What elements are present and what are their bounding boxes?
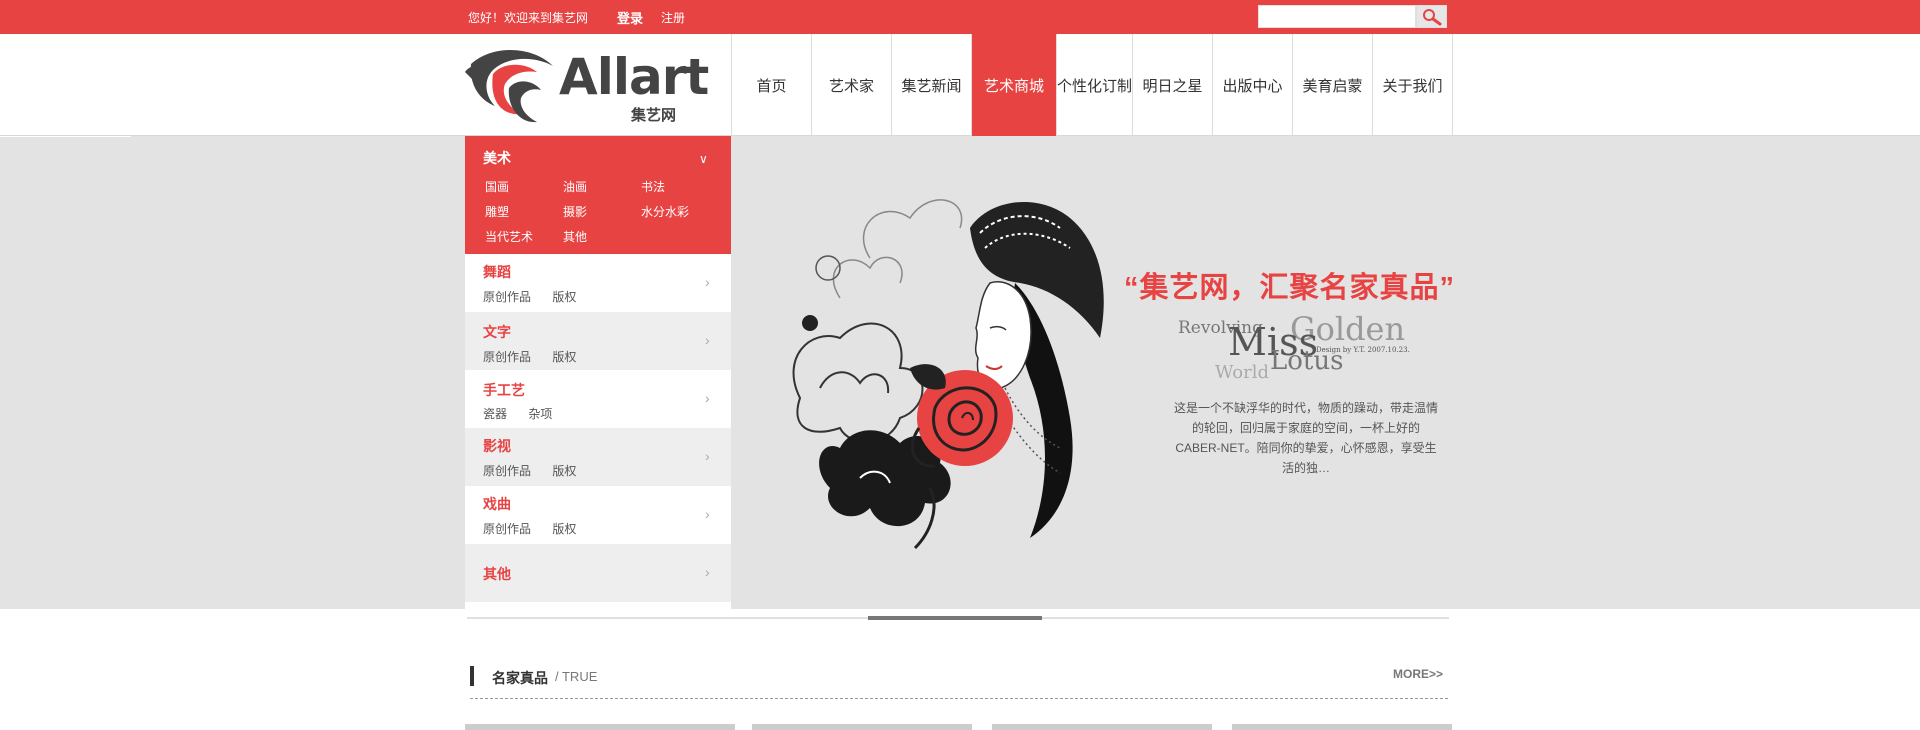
nav-item-about-us[interactable]: 关于我们 <box>1373 34 1453 136</box>
script-word: World <box>1215 362 1269 383</box>
subcategory-link[interactable]: 版权 <box>552 290 576 304</box>
chevron-right-icon: › <box>705 506 710 522</box>
category-fine-art[interactable]: 美术 ∨ 国画 油画 书法 雕塑 摄影 水分水彩 当代艺术 其他 <box>465 136 731 254</box>
product-thumbnail[interactable] <box>752 724 972 730</box>
nav-item-artists[interactable]: 艺术家 <box>812 34 892 136</box>
slider-active-indicator[interactable] <box>868 616 1042 620</box>
chevron-right-icon: › <box>705 448 710 464</box>
subcategory-link[interactable]: 原创作品 <box>483 290 531 304</box>
header: Allart 集艺网 首页 艺术家 集艺新闻 艺术商城 个性化订制 明日之星 出… <box>0 34 1920 136</box>
category-opera[interactable]: 戏曲 原创作品 版权 › <box>465 486 731 544</box>
subcategory-link[interactable]: 版权 <box>552 464 576 478</box>
chevron-right-icon: › <box>705 564 710 580</box>
banner-script-text: Revolving Golden Miss Lotus World Design… <box>1178 310 1438 390</box>
category-film[interactable]: 影视 原创作品 版权 › <box>465 428 731 486</box>
subcategory-link[interactable]: 其他 <box>563 228 587 245</box>
category-other[interactable]: 其他 › <box>465 544 731 602</box>
register-link[interactable]: 注册 <box>661 9 685 26</box>
subcategory-link[interactable]: 杂项 <box>528 407 552 421</box>
subcategory-link[interactable]: 版权 <box>552 350 576 364</box>
script-credit: Design by Y.T. 2007.10.23. <box>1316 346 1410 354</box>
chevron-right-icon: › <box>705 274 710 290</box>
nav-item-home[interactable]: 首页 <box>732 34 812 136</box>
product-thumbnail[interactable] <box>1232 724 1452 730</box>
subcategory-link[interactable]: 瓷器 <box>483 407 507 421</box>
logo-emblem-icon <box>465 49 553 123</box>
category-title: 其他 <box>483 566 511 582</box>
search-input[interactable] <box>1258 5 1416 28</box>
category-subs: 原创作品 版权 <box>483 520 594 537</box>
site-logo[interactable]: Allart 集艺网 <box>463 44 709 126</box>
logo-name: Allart <box>559 48 709 106</box>
nav-item-art-education[interactable]: 美育启蒙 <box>1293 34 1373 136</box>
chevron-right-icon: › <box>705 332 710 348</box>
logo-subtitle: 集艺网 <box>631 107 677 124</box>
chevron-right-icon: › <box>705 390 710 406</box>
chevron-down-icon: ∨ <box>699 152 708 166</box>
banner-slogan: “集艺网，汇聚名家真品” <box>1124 272 1456 304</box>
category-title: 影视 <box>483 438 511 454</box>
section-marker <box>470 666 474 686</box>
nav-item-publishing[interactable]: 出版中心 <box>1213 34 1293 136</box>
welcome-text: 您好！欢迎来到集艺网 <box>468 11 589 25</box>
banner-divider <box>0 136 131 137</box>
category-sidebar: 美术 ∨ 国画 油画 书法 雕塑 摄影 水分水彩 当代艺术 其他 舞蹈 原创作品… <box>465 136 731 609</box>
section-title: 名家真品 <box>492 670 548 686</box>
category-title: 文字 <box>483 324 511 340</box>
subcategory-link[interactable]: 原创作品 <box>483 522 531 536</box>
subcategory-link[interactable]: 水分水彩 <box>641 203 689 220</box>
subcategory-link[interactable]: 油画 <box>563 178 587 195</box>
category-title: 美术 <box>483 150 511 166</box>
category-subs: 瓷器 杂项 <box>483 405 570 422</box>
nav-item-news[interactable]: 集艺新闻 <box>892 34 972 136</box>
subcategory-link[interactable]: 摄影 <box>563 203 587 220</box>
category-title: 舞蹈 <box>483 264 511 280</box>
search-button[interactable] <box>1416 5 1447 28</box>
search-icon <box>1423 9 1442 26</box>
subcategory-link[interactable]: 书法 <box>641 178 665 195</box>
category-dance[interactable]: 舞蹈 原创作品 版权 › <box>465 254 731 312</box>
category-handicraft[interactable]: 手工艺 瓷器 杂项 › <box>465 370 731 428</box>
section-subtitle: / TRUE <box>555 669 598 684</box>
product-thumbnail[interactable] <box>992 724 1212 730</box>
more-link[interactable]: MORE>> <box>1393 667 1443 681</box>
banner-description: 这是一个不缺浮华的时代，物质的躁动，带走温情的轮回，回归属于家庭的空间，一杯上好… <box>1173 401 1438 475</box>
category-literature[interactable]: 文字 原创作品 版权 › <box>465 312 731 370</box>
subcategory-link[interactable]: 原创作品 <box>483 464 531 478</box>
category-subs: 原创作品 版权 <box>483 462 594 479</box>
main-nav: 首页 艺术家 集艺新闻 艺术商城 个性化订制 明日之星 出版中心 美育启蒙 关于… <box>731 34 1453 136</box>
top-bar: 您好！欢迎来到集艺网 登录 注册 <box>0 0 1920 34</box>
category-title: 戏曲 <box>483 496 511 512</box>
subcategory-link[interactable]: 原创作品 <box>483 350 531 364</box>
subcategory-link[interactable]: 版权 <box>552 522 576 536</box>
nav-item-art-mall[interactable]: 艺术商城 <box>972 34 1057 136</box>
dotted-divider <box>470 698 1448 699</box>
subcategory-link[interactable]: 雕塑 <box>485 203 509 220</box>
banner-artwork-illustration <box>792 199 1104 550</box>
nav-item-customization[interactable]: 个性化订制 <box>1057 34 1133 136</box>
top-bar-inner: 您好！欢迎来到集艺网 登录 注册 <box>465 0 1451 34</box>
category-subs: 原创作品 版权 <box>483 288 594 305</box>
category-title: 手工艺 <box>483 382 525 398</box>
product-thumbnail[interactable] <box>465 724 735 730</box>
login-link[interactable]: 登录 <box>617 8 643 27</box>
nav-item-rising-stars[interactable]: 明日之星 <box>1133 34 1213 136</box>
subcategory-link[interactable]: 国画 <box>485 178 509 195</box>
subcategory-link[interactable]: 当代艺术 <box>485 228 533 245</box>
category-subs: 原创作品 版权 <box>483 348 594 365</box>
